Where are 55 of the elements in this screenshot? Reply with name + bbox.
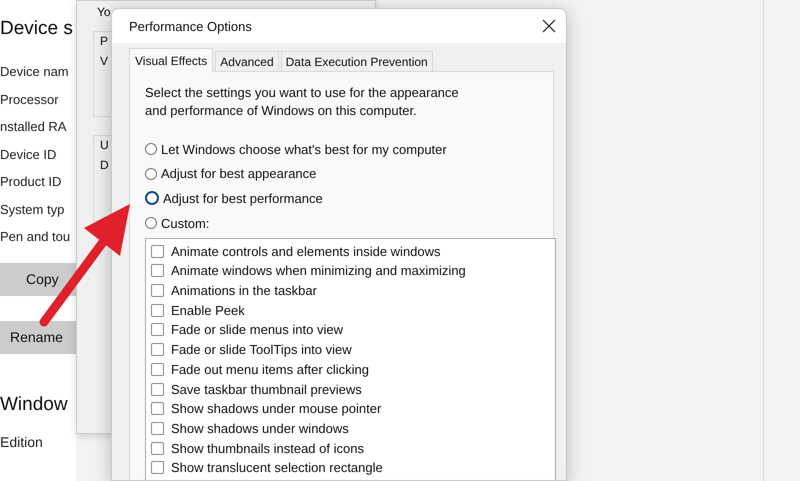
description-text: Select the settings you want to use for the appearance and performance of Windows on this computer.	[145, 84, 460, 120]
spec-label: Edition	[0, 434, 43, 450]
group-label: V	[100, 54, 108, 68]
spec-label: Product ID	[0, 173, 62, 191]
section-heading: Window	[0, 394, 68, 416]
checkbox[interactable]	[151, 362, 164, 376]
radio-label[interactable]: Adjust for best performance	[163, 190, 323, 206]
radio-button[interactable]	[145, 143, 157, 156]
checkbox-label[interactable]: Show shadows under windows	[171, 420, 349, 436]
rename-button[interactable]: Rename	[0, 320, 76, 354]
group-label: D	[100, 158, 109, 172]
dialog-text: Yo	[97, 5, 112, 19]
group-label: P	[100, 34, 108, 48]
checkbox-label[interactable]: Animate windows when minimizing and maximizing	[171, 263, 466, 278]
checkbox[interactable]	[151, 461, 164, 474]
radio-label[interactable]: Adjust for best appearance	[161, 166, 316, 182]
checkbox[interactable]	[151, 343, 164, 356]
radio-label[interactable]: Let Windows choose what's best for my computer	[161, 142, 447, 157]
checkbox-label[interactable]: Enable Peek	[171, 302, 245, 318]
checkbox-label[interactable]: Fade or slide ToolTips into view	[171, 342, 352, 358]
checkbox[interactable]	[151, 422, 164, 435]
close-icon[interactable]	[542, 19, 556, 33]
checkbox-label[interactable]: Fade out menu items after clicking	[171, 362, 369, 377]
checkbox-label[interactable]: Animate controls and elements inside windows	[171, 244, 441, 259]
checkbox-label[interactable]: Show thumbnails instead of icons	[171, 440, 364, 456]
radio-label[interactable]: Custom:	[161, 216, 210, 231]
spec-label: Processor	[0, 90, 59, 108]
checkbox[interactable]	[151, 304, 164, 317]
tab[interactable]: Data Execution Prevention	[280, 51, 433, 71]
spec-label: Device nam	[0, 63, 69, 81]
group-label: U	[100, 138, 109, 152]
checkbox-label[interactable]: Show translucent selection rectangle	[171, 460, 383, 476]
checkbox-label[interactable]: Fade or slide menus into view	[171, 322, 343, 338]
copy-button[interactable]: Copy	[0, 262, 76, 296]
radio-button[interactable]	[145, 191, 159, 206]
spec-label: Device ID	[0, 146, 56, 164]
checkbox[interactable]	[151, 264, 164, 278]
page-heading: Device s	[0, 18, 73, 40]
tab[interactable]: Visual Effects	[129, 48, 214, 72]
checkbox-label[interactable]: Save taskbar thumbnail previews	[171, 382, 362, 397]
checkbox-label[interactable]: Animations in the taskbar	[171, 283, 317, 298]
checkbox[interactable]	[151, 382, 164, 396]
checkbox[interactable]	[151, 402, 164, 416]
dialog-title: Performance Options	[129, 18, 252, 34]
spec-label: nstalled RA	[0, 118, 66, 136]
spec-label: Pen and tou	[0, 228, 70, 246]
checkbox[interactable]	[151, 323, 164, 336]
radio-button[interactable]	[145, 168, 157, 180]
checkbox[interactable]	[151, 442, 164, 455]
checkbox[interactable]	[151, 244, 164, 258]
checkbox-label[interactable]: Show shadows under mouse pointer	[171, 401, 382, 416]
checkbox[interactable]	[151, 284, 164, 298]
tab[interactable]: Advanced	[215, 51, 279, 71]
radio-button[interactable]	[145, 217, 157, 230]
spec-label: System typ	[0, 200, 64, 219]
